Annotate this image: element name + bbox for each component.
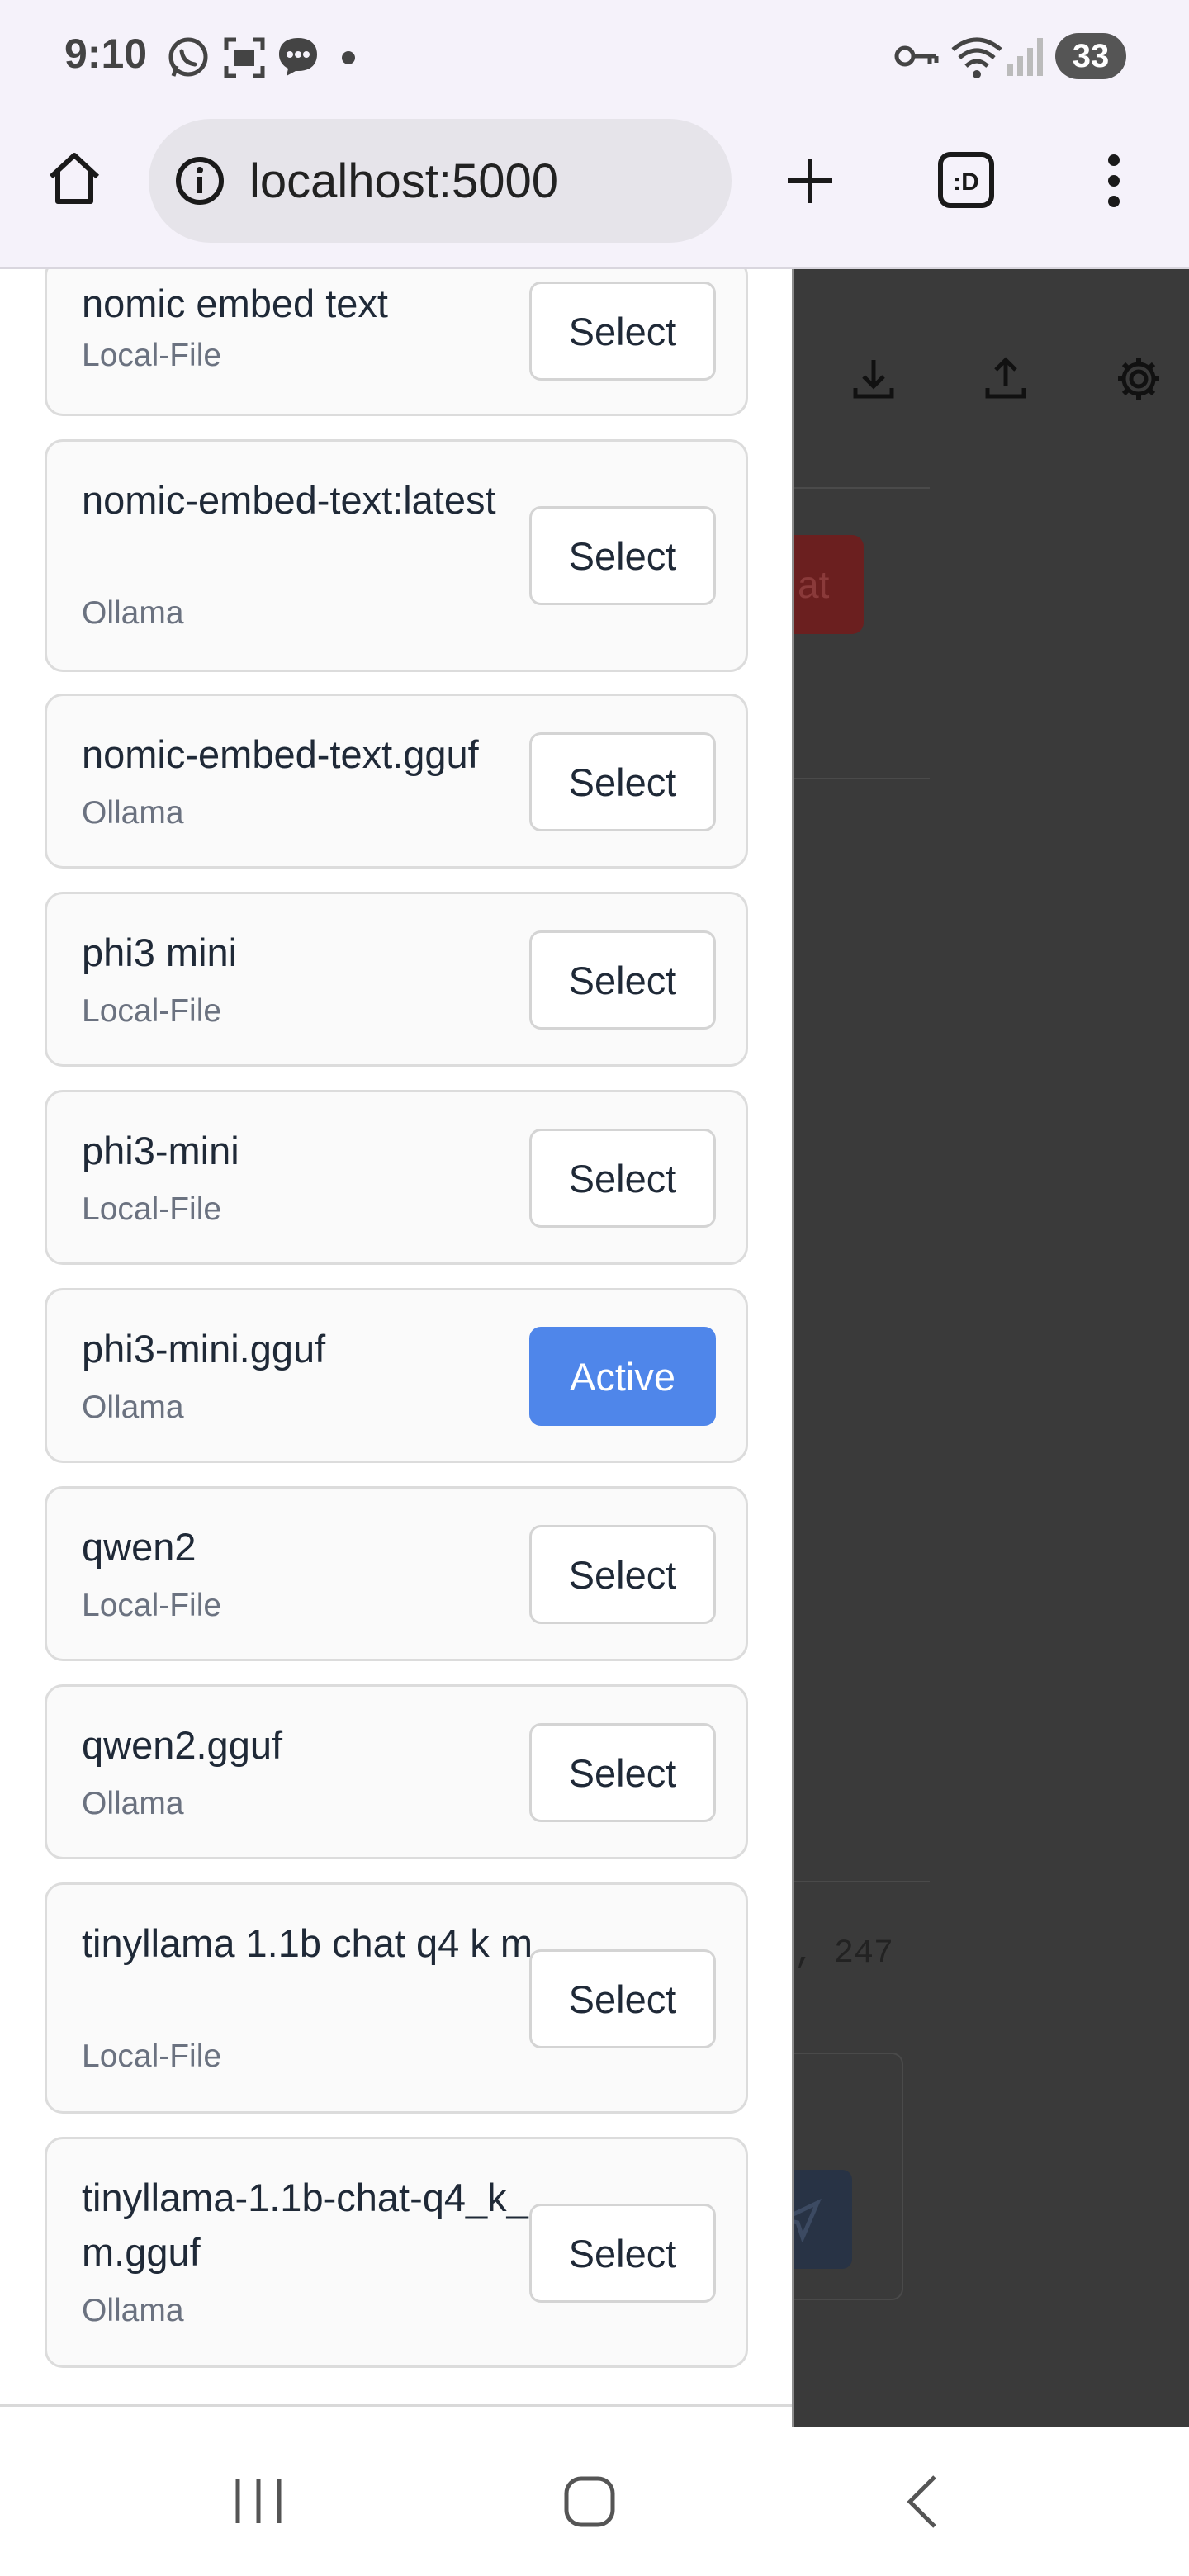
home-nav-icon[interactable] [563, 2475, 616, 2528]
model-source: Local-File [82, 993, 222, 1029]
model-source: Ollama [82, 795, 184, 831]
key-icon [894, 45, 939, 67]
send-button [794, 2170, 852, 2269]
select-model-button[interactable]: Select [529, 1525, 716, 1624]
tab-switcher-icon[interactable]: :D [936, 150, 996, 210]
plus-icon[interactable] [783, 154, 837, 208]
divider [794, 487, 930, 489]
model-name: tinyllama-1.1b-chat-q4_k_m.gguf [82, 2176, 528, 2274]
status-time: 9:10 [64, 31, 148, 77]
model-source: Local-File [82, 1588, 222, 1623]
more-menu-icon[interactable] [1101, 152, 1126, 210]
send-icon [794, 2198, 822, 2242]
model-name: phi3-mini.gguf [82, 1327, 326, 1371]
address-bar[interactable]: localhost:5000 [149, 119, 732, 243]
svg-text::D: :D [953, 168, 979, 196]
model-name: qwen2.gguf [82, 1723, 283, 1767]
modal-backdrop[interactable]: at , 247 [794, 269, 1189, 2427]
model-source: Local-File [82, 1191, 222, 1227]
model-selector-panel[interactable]: nomic embed text Local-File Select nomic… [0, 269, 794, 2427]
browser-toolbar: localhost:5000 :D [0, 112, 1189, 269]
select-model-button[interactable]: Select [529, 732, 716, 831]
model-source: Ollama [82, 2293, 184, 2328]
model-card: qwen2.gguf Ollama Select [45, 1684, 748, 1859]
notification-dot-icon [342, 51, 355, 64]
active-model-button[interactable]: Active [529, 1327, 716, 1426]
whatsapp-icon [168, 37, 208, 77]
download-icon [853, 360, 894, 399]
model-card: phi3 mini Local-File Select [45, 892, 748, 1067]
divider [794, 1881, 930, 1882]
panel-footer-divider [0, 2404, 792, 2407]
model-card-active: phi3-mini.gguf Ollama Active [45, 1288, 748, 1463]
signal-icon [1007, 38, 1043, 76]
model-card: tinyllama-1.1b-chat-q4_k_m.gguf Ollama S… [45, 2137, 748, 2368]
info-icon[interactable] [173, 154, 226, 207]
model-card: nomic-embed-text:latest Ollama Select [45, 439, 748, 672]
delete-chat-button: at [794, 535, 864, 634]
model-name: nomic-embed-text.gguf [82, 732, 479, 776]
select-model-button[interactable]: Select [529, 282, 716, 381]
model-name: nomic-embed-text:latest [82, 478, 496, 522]
wifi-icon [951, 37, 1002, 78]
model-name: qwen2 [82, 1525, 197, 1569]
model-card: nomic embed text Local-File Select [45, 269, 748, 416]
select-model-button[interactable]: Select [529, 1129, 716, 1228]
delete-chat-label: at [798, 563, 830, 606]
select-model-button[interactable]: Select [529, 506, 716, 605]
model-name: nomic embed text [82, 282, 388, 325]
status-bar: 9:10 33 [0, 0, 1189, 112]
model-name: tinyllama 1.1b chat q4 k m [82, 1921, 533, 1965]
divider [794, 778, 930, 779]
battery-level: 33 [1072, 38, 1110, 74]
url-text: localhost:5000 [249, 154, 559, 208]
model-source: Local-File [82, 338, 222, 373]
model-source: Ollama [82, 1390, 184, 1425]
model-card: phi3-mini Local-File Select [45, 1090, 748, 1265]
settings-icon [1118, 358, 1159, 400]
model-card: nomic-embed-text.gguf Ollama Select [45, 694, 748, 869]
token-count: , 247 [794, 1935, 894, 1972]
model-card: qwen2 Local-File Select [45, 1486, 748, 1661]
model-name: phi3-mini [82, 1129, 239, 1172]
model-name: phi3 mini [82, 930, 238, 974]
select-model-button[interactable]: Select [529, 930, 716, 1030]
back-icon[interactable] [903, 2474, 940, 2530]
select-model-button[interactable]: Select [529, 1723, 716, 1822]
home-icon[interactable] [45, 149, 104, 208]
recents-icon[interactable] [231, 2475, 286, 2526]
model-source: Ollama [82, 595, 184, 631]
system-nav-bar [0, 2427, 1189, 2576]
model-card: tinyllama 1.1b chat q4 k m Local-File Se… [45, 1882, 748, 2114]
message-icon [279, 38, 317, 76]
upload-icon [985, 357, 1026, 399]
battery-indicator: 33 [1055, 33, 1126, 79]
model-source: Local-File [82, 2039, 222, 2074]
screenshot-icon [224, 37, 265, 78]
select-model-button[interactable]: Select [529, 1949, 716, 2048]
select-model-button[interactable]: Select [529, 2204, 716, 2303]
model-source: Ollama [82, 1786, 184, 1821]
